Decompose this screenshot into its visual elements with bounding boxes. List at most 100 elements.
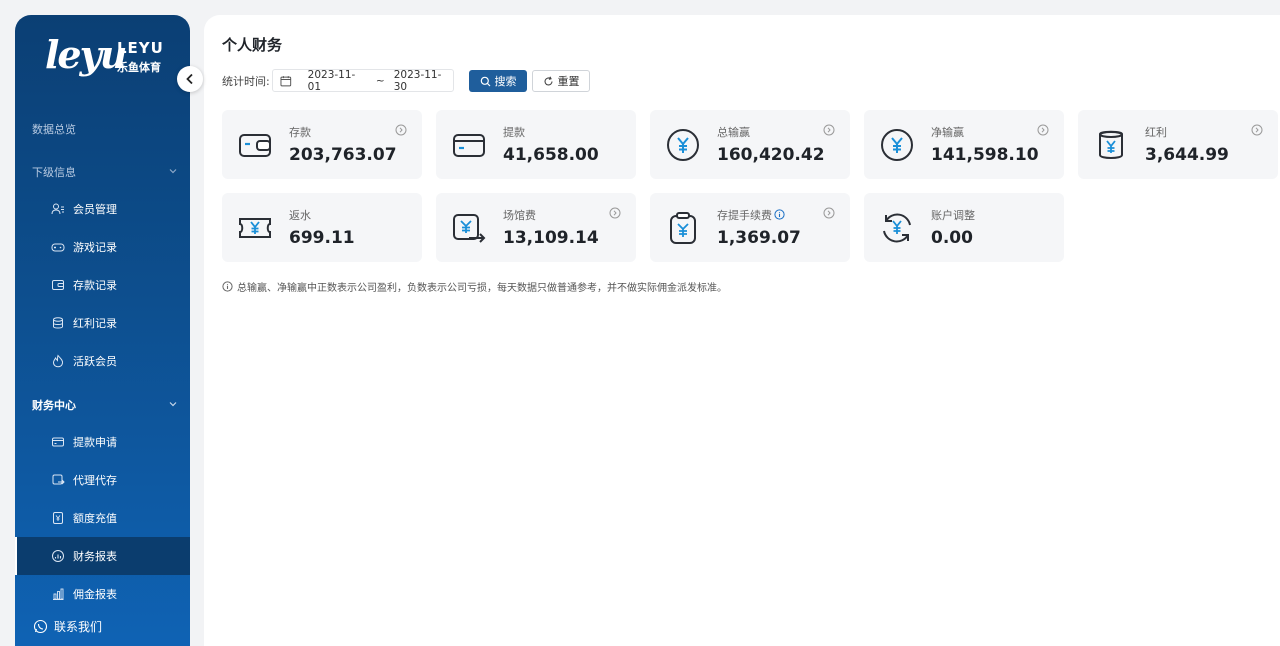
search-button-label: 搜索 xyxy=(494,75,517,88)
stat-value: 141,598.10 xyxy=(931,145,1039,165)
stat-card-total-winloss: 总输赢 160,420.42 xyxy=(650,110,850,179)
stat-label: 返水 xyxy=(289,209,311,222)
sidebar-item-label: 红利记录 xyxy=(73,317,117,330)
user-list-icon xyxy=(51,202,65,216)
sidebar: leyu LEYU 乐鱼体育 数据总览 下级信息 会员管理 游戏记录 存款记录 … xyxy=(15,15,190,646)
sidebar-item-label: 游戏记录 xyxy=(73,241,117,254)
sidebar-item-financial-report[interactable]: 财务报表 xyxy=(15,537,190,575)
contact-us-label: 联系我们 xyxy=(54,620,103,634)
stat-label: 提款 xyxy=(503,126,525,139)
chevron-right-circle-icon[interactable] xyxy=(609,207,621,219)
stat-value: 3,644.99 xyxy=(1145,145,1229,165)
chevron-left-icon xyxy=(186,73,193,85)
stat-card-net-winloss: 净输赢 141,598.10 xyxy=(864,110,1064,179)
yen-cup-icon xyxy=(1093,127,1129,163)
stat-value: 1,369.07 xyxy=(717,228,801,248)
yen-arrow-icon xyxy=(451,210,487,246)
brand-logo[interactable]: leyu LEYU 乐鱼体育 xyxy=(45,35,165,75)
calendar-icon xyxy=(280,75,292,86)
transfer-icon xyxy=(51,473,65,487)
disclaimer-text: 总输赢、净输赢中正数表示公司盈利，负数表示公司亏损，每天数据只做普通参考，并不做… xyxy=(237,283,727,294)
chevron-right-circle-icon[interactable] xyxy=(823,207,835,219)
wallet-icon xyxy=(237,127,273,163)
search-icon xyxy=(480,76,490,86)
whatsapp-icon xyxy=(33,619,48,634)
yen-doc-icon xyxy=(51,511,65,525)
database-icon xyxy=(51,316,65,330)
start-date-input[interactable]: 2023-11-01 xyxy=(308,69,367,93)
page-title: 个人财务 xyxy=(222,36,283,54)
stat-label: 红利 xyxy=(1145,126,1167,139)
disclaimer-note: 总输赢、净输赢中正数表示公司盈利，负数表示公司亏损，每天数据只做普通参考，并不做… xyxy=(222,279,727,294)
refresh-icon xyxy=(543,76,553,85)
reset-button[interactable]: 重置 xyxy=(532,70,590,92)
sidebar-item-label: 额度充值 xyxy=(73,512,117,525)
info-icon xyxy=(222,281,233,292)
sidebar-group-finance[interactable]: 财务中心 xyxy=(32,397,190,413)
card-icon xyxy=(451,127,487,163)
stat-label: 存款 xyxy=(289,126,311,139)
wallet-icon xyxy=(51,278,65,292)
yen-clipboard-icon xyxy=(665,210,701,246)
sidebar-item-game-records[interactable]: 游戏记录 xyxy=(15,228,190,266)
sidebar-item-active-members[interactable]: 活跃会员 xyxy=(15,342,190,380)
stat-label: 总输赢 xyxy=(717,126,750,139)
logo-chinese: 乐鱼体育 xyxy=(117,61,161,74)
info-icon[interactable] xyxy=(774,209,785,220)
end-date-input[interactable]: 2023-11-30 xyxy=(394,69,453,93)
sidebar-item-label: 活跃会员 xyxy=(73,355,117,368)
sidebar-item-overview[interactable]: 数据总览 xyxy=(32,121,76,137)
stat-label: 场馆费 xyxy=(503,209,536,222)
sidebar-item-label: 提款申请 xyxy=(73,436,117,449)
sidebar-item-members[interactable]: 会员管理 xyxy=(15,190,190,228)
stat-value: 41,658.00 xyxy=(503,145,599,165)
stat-card-withdraw: 提款 41,658.00 xyxy=(436,110,636,179)
stat-value: 13,109.14 xyxy=(503,228,599,248)
stat-card-deposit: 存款 203,763.07 xyxy=(222,110,422,179)
chevron-right-circle-icon[interactable] xyxy=(823,124,835,136)
chevron-down-icon xyxy=(169,169,177,174)
flame-icon xyxy=(51,354,65,368)
report-icon xyxy=(51,549,65,563)
bar-chart-icon xyxy=(51,587,65,601)
logo-english: LEYU xyxy=(117,39,164,57)
sidebar-item-credit-topup[interactable]: 额度充值 xyxy=(15,499,190,537)
yen-refresh-icon xyxy=(879,210,915,246)
stat-card-venue-fee: 场馆费 13,109.14 xyxy=(436,193,636,262)
yen-circle-icon xyxy=(879,127,915,163)
stat-value: 203,763.07 xyxy=(289,145,397,165)
chevron-down-icon xyxy=(169,402,177,407)
chevron-right-circle-icon[interactable] xyxy=(1251,124,1263,136)
sidebar-group-label: 财务中心 xyxy=(32,399,76,412)
chevron-right-circle-icon[interactable] xyxy=(1037,124,1049,136)
stat-card-rebate: 返水 699.11 xyxy=(222,193,422,262)
sidebar-item-label: 会员管理 xyxy=(73,203,117,216)
sidebar-item-label: 财务报表 xyxy=(73,550,117,563)
date-range-picker[interactable]: 2023-11-01 ~ 2023-11-30 xyxy=(272,69,454,93)
gamepad-icon xyxy=(51,240,65,254)
stat-value: 0.00 xyxy=(931,228,973,248)
reset-button-label: 重置 xyxy=(557,75,580,88)
sidebar-item-label: 代理代存 xyxy=(73,474,117,487)
sidebar-group-subordinates[interactable]: 下级信息 xyxy=(32,164,190,180)
stat-card-bonus: 红利 3,644.99 xyxy=(1078,110,1278,179)
sidebar-collapse-button[interactable] xyxy=(177,66,203,92)
date-separator: ~ xyxy=(375,74,385,87)
sidebar-item-agent-deposit[interactable]: 代理代存 xyxy=(15,461,190,499)
stat-label: 账户调整 xyxy=(931,209,975,222)
sidebar-item-bonus-records[interactable]: 红利记录 xyxy=(15,304,190,342)
stat-card-account-adjustment: 账户调整 0.00 xyxy=(864,193,1064,262)
sidebar-item-label: 存款记录 xyxy=(73,279,117,292)
chevron-right-circle-icon[interactable] xyxy=(395,124,407,136)
search-button[interactable]: 搜索 xyxy=(469,70,527,92)
stat-label: 存提手续费 xyxy=(717,207,785,223)
sidebar-item-deposit-records[interactable]: 存款记录 xyxy=(15,266,190,304)
stat-value: 160,420.42 xyxy=(717,145,825,165)
yen-ticket-icon xyxy=(237,210,273,246)
contact-us-link[interactable]: 联系我们 xyxy=(33,618,102,635)
main-content: 个人财务 统计时间: 2023-11-01 ~ 2023-11-30 搜索 重置… xyxy=(204,15,1280,646)
sidebar-item-withdraw-request[interactable]: 提款申请 xyxy=(15,423,190,461)
sidebar-item-label: 佣金报表 xyxy=(73,588,117,601)
sidebar-item-commission-report[interactable]: 佣金报表 xyxy=(15,575,190,613)
stat-card-transaction-fee: 存提手续费 1,369.07 xyxy=(650,193,850,262)
